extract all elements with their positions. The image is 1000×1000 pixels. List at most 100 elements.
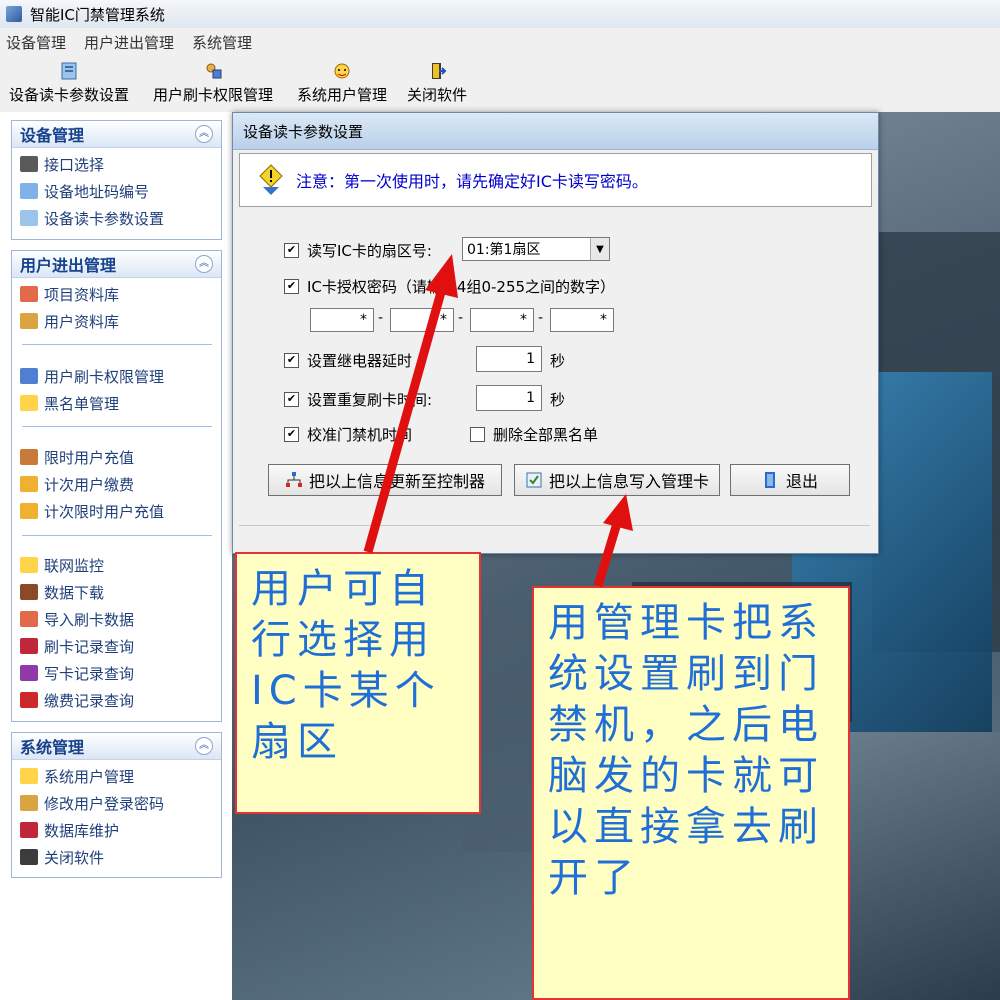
toolbar-exit[interactable]: 关闭软件 — [402, 60, 472, 110]
sector-row: ✔ 读写IC卡的扇区号: — [284, 240, 432, 261]
payment-record-icon — [20, 692, 38, 708]
menu-user-access[interactable]: 用户进出管理 — [84, 32, 174, 53]
sidebar-item-db-maintenance[interactable]: 数据库维护 — [20, 819, 119, 841]
project-icon — [20, 286, 38, 302]
sector-select[interactable]: 01:第1扇区 ▼ — [462, 237, 610, 261]
notice-panel: 注意：第一次使用时，请先确定好IC卡读写密码。 — [239, 153, 872, 207]
sidebar-item-count-payment[interactable]: 计次用户缴费 — [20, 473, 134, 495]
sidebar-item-interface[interactable]: 接口选择 — [20, 153, 104, 175]
calibrate-label: 校准门禁机时间 — [307, 426, 413, 444]
toolbar-system-users[interactable]: 系统用户管理 — [292, 60, 392, 110]
calibrate-row: ✔ 校准门禁机时间 — [284, 424, 412, 445]
sidebar-group-device: 设备管理 ︽ 接口选择 设备地址码编号 设备读卡参数设置 — [11, 120, 222, 240]
password-field-1[interactable]: * — [310, 308, 374, 332]
chevron-down-icon[interactable]: ▼ — [590, 238, 609, 260]
toolbar-label: 关闭软件 — [406, 86, 467, 104]
sidebar-item-count-time-recharge[interactable]: 计次限时用户充值 — [20, 500, 164, 522]
delete-blacklist-checkbox[interactable] — [470, 427, 485, 442]
sidebar: 设备管理 ︽ 接口选择 设备地址码编号 设备读卡参数设置 用户进出管理 ︽ 项目… — [0, 112, 232, 1000]
divider — [22, 426, 212, 427]
sidebar-item-change-password[interactable]: 修改用户登录密码 — [20, 792, 164, 814]
sidebar-item-swipe-records[interactable]: 刷卡记录查询 — [20, 635, 134, 657]
card-reader-icon — [61, 62, 77, 80]
collapse-icon[interactable]: ︽ — [195, 255, 213, 273]
password-field-2[interactable]: * — [390, 308, 454, 332]
user-permission-icon — [20, 368, 38, 384]
relay-row: ✔ 设置继电器延时 — [284, 350, 412, 371]
exit-label: 退出 — [785, 472, 818, 491]
delete-blacklist-row: 删除全部黑名单 — [470, 424, 598, 445]
sidebar-item-data-download[interactable]: 数据下载 — [20, 581, 104, 603]
sidebar-item-network-monitor[interactable]: 联网监控 — [20, 554, 104, 576]
toolbar-card-reader-settings[interactable]: 设备读卡参数设置 — [4, 60, 134, 110]
sidebar-item-payment-records[interactable]: 缴费记录查询 — [20, 689, 134, 711]
sidebar-group-user-access: 用户进出管理 ︽ 项目资料库 用户资料库 用户刷卡权限管理 黑名单管理 限时用户… — [11, 250, 222, 722]
toolbar-label: 系统用户管理 — [296, 86, 387, 104]
swipe-record-icon — [20, 638, 38, 654]
app-icon — [6, 6, 22, 22]
callout-sector-note: 用户可自行选择用IC卡某个扇区 — [235, 552, 481, 814]
password-label: IC卡授权密码（请输入4组0-255之间的数字） — [307, 278, 616, 296]
repeat-time-input[interactable]: 1 — [476, 385, 542, 411]
sidebar-item-import-swipe[interactable]: 导入刷卡数据 — [20, 608, 134, 630]
import-icon — [20, 611, 38, 627]
plug-icon — [20, 156, 38, 172]
sidebar-item-user-permission[interactable]: 用户刷卡权限管理 — [20, 365, 164, 387]
sidebar-item-blacklist[interactable]: 黑名单管理 — [20, 392, 119, 414]
document-icon — [20, 183, 38, 199]
relay-label: 设置继电器延时 — [307, 352, 413, 370]
update-controller-label: 把以上信息更新至控制器 — [308, 472, 485, 491]
relay-checkbox[interactable]: ✔ — [284, 353, 299, 368]
divider — [22, 344, 212, 345]
relay-delay-input[interactable]: 1 — [476, 346, 542, 372]
sidebar-item-project-db[interactable]: 项目资料库 — [20, 283, 119, 305]
collapse-icon[interactable]: ︽ — [195, 125, 213, 143]
password-icon — [20, 795, 38, 811]
collapse-icon[interactable]: ︽ — [195, 737, 213, 755]
write-record-icon — [20, 665, 38, 681]
sector-checkbox[interactable]: ✔ — [284, 243, 299, 258]
repeat-checkbox[interactable]: ✔ — [284, 392, 299, 407]
repeat-unit: 秒 — [550, 391, 566, 409]
users-icon — [20, 313, 38, 329]
menu-device[interactable]: 设备管理 — [6, 32, 66, 53]
recharge-icon — [20, 449, 38, 465]
payment-icon — [20, 503, 38, 519]
user-permission-icon — [206, 63, 222, 79]
exit-door-icon — [20, 849, 38, 865]
sidebar-item-exit[interactable]: 关闭软件 — [20, 846, 104, 868]
write-card-label: 把以上信息写入管理卡 — [548, 472, 709, 491]
warning-icon — [259, 164, 283, 195]
divider — [22, 535, 212, 536]
group-title: 系统管理 — [20, 738, 85, 757]
write-card-button[interactable]: 把以上信息写入管理卡 — [514, 464, 720, 496]
menu-system[interactable]: 系统管理 — [192, 32, 252, 53]
password-checkbox[interactable]: ✔ — [284, 279, 299, 294]
password-field-3[interactable]: * — [470, 308, 534, 332]
relay-unit: 秒 — [550, 352, 566, 370]
sidebar-item-card-reader-settings[interactable]: 设备读卡参数设置 — [20, 207, 164, 229]
payment-icon — [20, 476, 38, 492]
calibrate-checkbox[interactable]: ✔ — [284, 427, 299, 442]
dialog-title: 设备读卡参数设置 — [233, 113, 878, 150]
sidebar-item-address-code[interactable]: 设备地址码编号 — [20, 180, 149, 202]
group-title: 设备管理 — [20, 126, 85, 145]
group-title: 用户进出管理 — [20, 256, 117, 275]
title-bar: 智能IC门禁管理系统 — [0, 0, 1000, 29]
notice-text: 注意：第一次使用时，请先确定好IC卡读写密码。 — [296, 172, 648, 191]
sidebar-item-user-db[interactable]: 用户资料库 — [20, 310, 119, 332]
toolbar-user-permission[interactable]: 用户刷卡权限管理 — [146, 60, 280, 110]
monitor-icon — [20, 557, 38, 573]
sidebar-item-time-recharge[interactable]: 限时用户充值 — [20, 446, 134, 468]
exit-button[interactable]: 退出 — [730, 464, 850, 496]
dialog-footer-line — [239, 525, 870, 546]
exit-door-icon — [432, 63, 447, 79]
password-separator: - — [538, 310, 544, 326]
update-controller-button[interactable]: 把以上信息更新至控制器 — [268, 464, 502, 496]
sidebar-item-write-records[interactable]: 写卡记录查询 — [20, 662, 134, 684]
sidebar-item-system-users[interactable]: 系统用户管理 — [20, 765, 134, 787]
password-field-4[interactable]: * — [550, 308, 614, 332]
card-reader-icon — [20, 210, 38, 226]
repeat-label: 设置重复刷卡时间: — [307, 391, 433, 409]
sidebar-group-system: 系统管理 ︽ 系统用户管理 修改用户登录密码 数据库维护 关闭软件 — [11, 732, 222, 878]
